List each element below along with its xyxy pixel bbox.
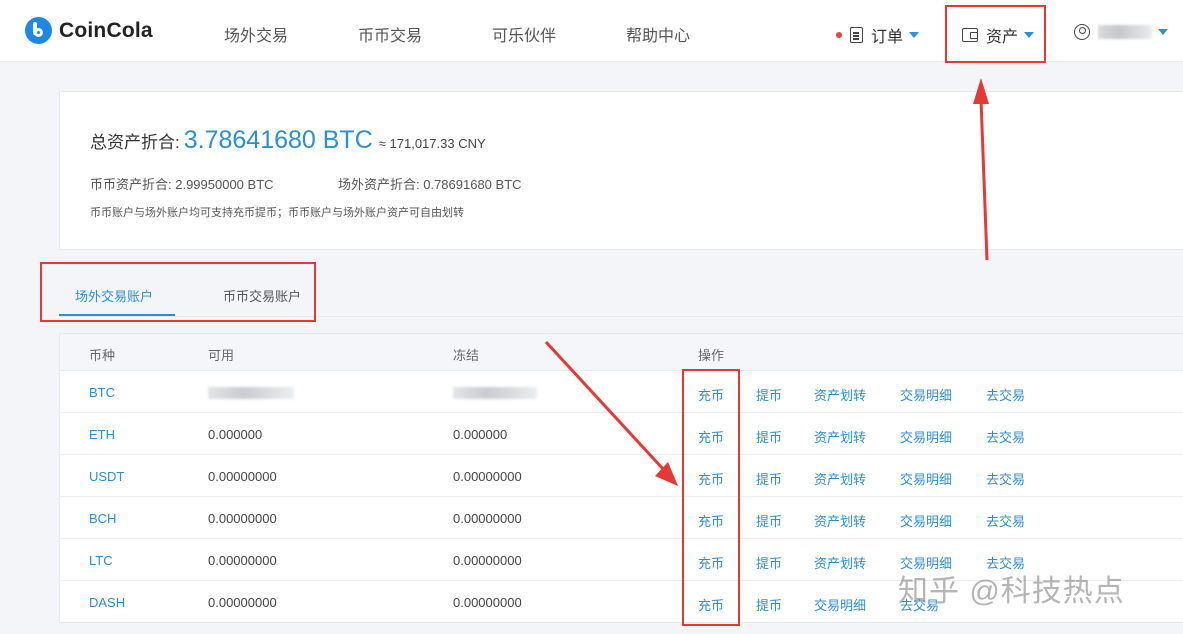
total-assets-cny: ≈ 171,017.33 CNY [378, 136, 486, 151]
coin-name: BCH [89, 511, 117, 526]
history-link[interactable]: 交易明细 [900, 385, 952, 404]
nav-partners[interactable]: 可乐伙伴 [492, 22, 556, 46]
frozen-value: 0.000000 [453, 427, 508, 442]
withdraw-link[interactable]: 提币 [756, 511, 782, 530]
header-frozen: 冻结 [453, 348, 480, 363]
total-assets-label: 总资产折合: [90, 133, 180, 152]
available-redacted [208, 387, 294, 399]
frozen-value: 0.00000000 [453, 511, 522, 526]
withdraw-link[interactable]: 提币 [756, 595, 782, 614]
nav-help-center[interactable]: 帮助中心 [626, 22, 690, 46]
deposit-column-highlight-box [682, 369, 740, 626]
trade-link[interactable]: 去交易 [986, 427, 1025, 446]
coincola-logo-icon [25, 17, 52, 44]
transfer-link[interactable]: 资产划转 [814, 511, 866, 530]
table-row: USDT 0.00000000 0.00000000 充币 提币 资产划转 交易… [60, 455, 1183, 497]
otc-assets-value: 场外资产折合: 0.78691680 BTC [338, 177, 522, 192]
username-redacted [1098, 25, 1152, 39]
header-coin: 币种 [89, 348, 116, 363]
trade-link[interactable]: 去交易 [986, 385, 1025, 404]
account-transfer-note: 币币账户与场外账户均可支持充币提币；币币账户与场外账户资产可自由划转 [90, 207, 464, 219]
available-value: 0.00000000 [208, 553, 277, 568]
nav-coin-trading[interactable]: 币币交易 [358, 22, 422, 46]
available-value: 0.00000000 [208, 595, 277, 610]
trade-link[interactable]: 去交易 [986, 469, 1025, 488]
table-row: BCH 0.00000000 0.00000000 充币 提币 资产划转 交易明… [60, 497, 1183, 539]
notification-dot [836, 32, 842, 38]
withdraw-link[interactable]: 提币 [756, 427, 782, 446]
transfer-link[interactable]: 资产划转 [814, 385, 866, 404]
available-value: 0.00000000 [208, 469, 277, 484]
coin-name: ETH [89, 427, 115, 442]
withdraw-link[interactable]: 提币 [756, 385, 782, 404]
history-link[interactable]: 交易明细 [900, 427, 952, 446]
frozen-value: 0.00000000 [453, 469, 522, 484]
logo[interactable]: CoinCola [25, 17, 153, 44]
trade-link[interactable]: 去交易 [986, 511, 1025, 530]
available-value: 0.000000 [208, 427, 263, 442]
history-link[interactable]: 交易明细 [900, 511, 952, 530]
transfer-link[interactable]: 资产划转 [814, 553, 866, 572]
history-link[interactable]: 交易明细 [814, 595, 866, 614]
transfer-link[interactable]: 资产划转 [814, 469, 866, 488]
orders-menu[interactable]: 订单 [836, 23, 920, 47]
frozen-redacted [453, 387, 537, 399]
coin-name: DASH [89, 595, 126, 610]
header-actions: 操作 [698, 348, 725, 363]
history-link[interactable]: 交易明细 [900, 469, 952, 488]
table-row: BTC 充币 提币 资产划转 交易明细 去交易 [60, 371, 1183, 413]
tabs-highlight-box [40, 262, 316, 322]
nav-otc-trading[interactable]: 场外交易 [224, 22, 288, 46]
user-menu[interactable] [1074, 24, 1168, 40]
table-row: ETH 0.000000 0.000000 充币 提币 资产划转 交易明细 去交… [60, 413, 1183, 455]
frozen-value: 0.00000000 [453, 595, 522, 610]
logo-text: CoinCola [59, 18, 153, 42]
total-assets-value: 3.78641680 BTC [183, 126, 373, 154]
withdraw-link[interactable]: 提币 [756, 469, 782, 488]
chevron-down-icon [1158, 29, 1168, 35]
coin-name: BTC [89, 385, 115, 400]
coin-name: USDT [89, 469, 125, 484]
document-icon [850, 27, 863, 43]
orders-label: 订单 [871, 29, 904, 46]
total-assets: 总资产折合: 3.78641680 BTC ≈ 171,017.33 CNY [90, 126, 486, 155]
table-header: 币种 可用 冻结 操作 [60, 334, 1183, 371]
coin-assets-value: 币币资产折合: 2.99950000 BTC [90, 177, 274, 192]
transfer-link[interactable]: 资产划转 [814, 427, 866, 446]
withdraw-link[interactable]: 提币 [756, 553, 782, 572]
chevron-down-icon [909, 32, 920, 38]
coin-name: LTC [89, 553, 113, 568]
frozen-value: 0.00000000 [453, 553, 522, 568]
user-icon [1074, 24, 1090, 40]
watermark: 知乎 @科技热点 [898, 575, 1125, 608]
assets-highlight-box [945, 5, 1046, 63]
header-available: 可用 [208, 348, 235, 363]
asset-summary-card: 总资产折合: 3.78641680 BTC ≈ 171,017.33 CNY 币… [59, 91, 1183, 250]
available-value: 0.00000000 [208, 511, 277, 526]
